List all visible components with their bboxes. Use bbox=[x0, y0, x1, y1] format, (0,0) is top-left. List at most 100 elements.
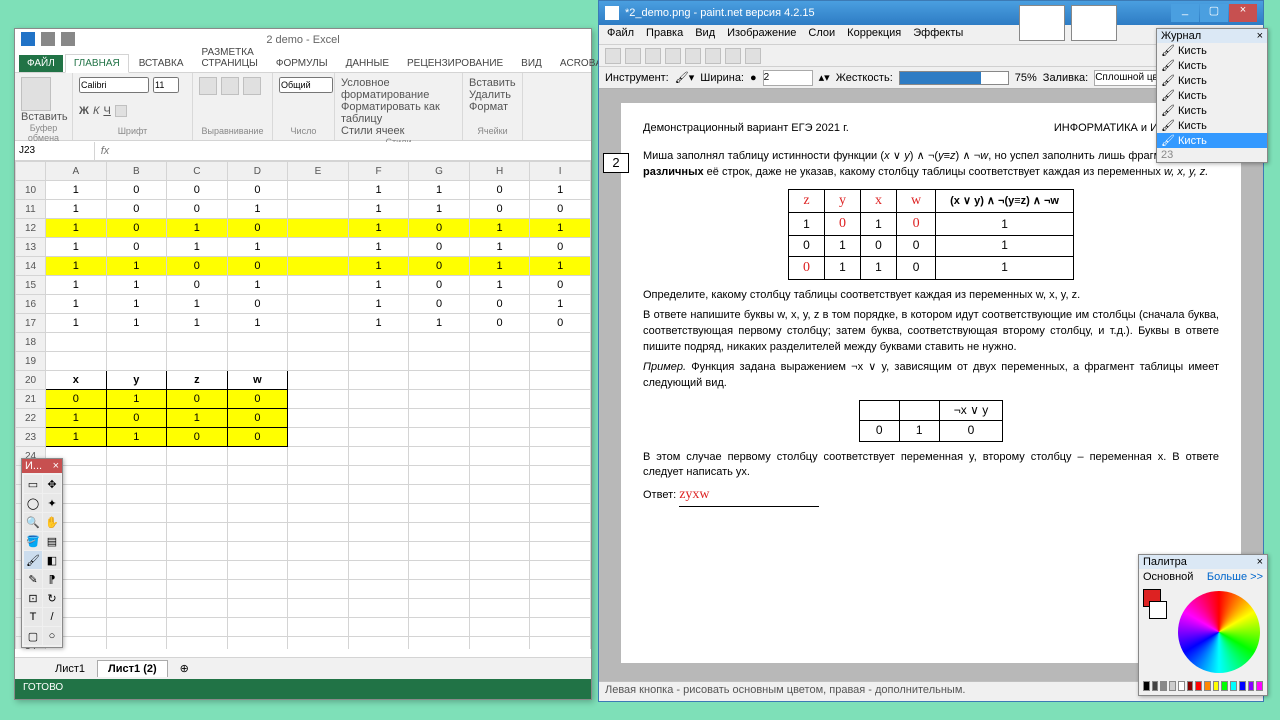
thumbnail[interactable] bbox=[1071, 5, 1117, 41]
eraser-tool-icon[interactable]: ◧ bbox=[43, 551, 61, 569]
menu-view[interactable]: Вид bbox=[695, 27, 715, 42]
tab-layout[interactable]: РАЗМЕТКА СТРАНИЦЫ bbox=[194, 44, 266, 72]
width-input[interactable] bbox=[763, 70, 813, 86]
clone-tool-icon[interactable]: ⊡ bbox=[24, 589, 42, 607]
save-icon[interactable] bbox=[645, 48, 661, 64]
pan-tool-icon[interactable]: ✋ bbox=[43, 513, 61, 531]
history-item[interactable]: 🖌 Кисть bbox=[1157, 118, 1267, 133]
number-format[interactable] bbox=[279, 77, 333, 93]
gradient-tool-icon[interactable]: ▤ bbox=[43, 532, 61, 550]
color-swatches[interactable] bbox=[1139, 679, 1267, 693]
close-icon[interactable]: × bbox=[1257, 30, 1263, 42]
align-icon[interactable] bbox=[199, 77, 217, 95]
excel-icon bbox=[21, 32, 35, 46]
problem-text: В ответе напишите буквы w, x, y, z в том… bbox=[643, 308, 1219, 356]
cell-styles-button[interactable]: Стили ячеек bbox=[341, 125, 456, 137]
brush-tool-icon[interactable]: 🖌 bbox=[24, 551, 42, 569]
menu-image[interactable]: Изображение bbox=[727, 27, 796, 42]
close-icon[interactable]: × bbox=[1257, 556, 1263, 568]
pdn-titlebar: *2_demo.png - paint.net версия 4.2.15 _ … bbox=[599, 1, 1263, 25]
color-wheel[interactable] bbox=[1178, 591, 1260, 673]
format-button[interactable]: Формат bbox=[469, 101, 516, 113]
brush-icon[interactable]: 🖌▾ bbox=[675, 71, 695, 84]
cut-icon[interactable] bbox=[665, 48, 681, 64]
move-tool-icon[interactable]: ✥ bbox=[43, 475, 61, 493]
name-box[interactable] bbox=[15, 142, 95, 160]
undo-icon[interactable] bbox=[61, 32, 75, 46]
tab-home[interactable]: ГЛАВНАЯ bbox=[65, 54, 129, 73]
menu-adjust[interactable]: Коррекция bbox=[847, 27, 901, 42]
fill-tool-icon[interactable]: 🪣 bbox=[24, 532, 42, 550]
maximize-button[interactable]: ▢ bbox=[1200, 4, 1228, 22]
truth-table: zyxw(x ∨ y) ∧ ¬(y≡z) ∧ ¬w101010100101101 bbox=[788, 189, 1074, 280]
quick-access-toolbar bbox=[21, 32, 75, 46]
close-icon[interactable]: × bbox=[53, 460, 59, 472]
picker-tool-icon[interactable]: ⁋ bbox=[43, 570, 61, 588]
select-tool-icon[interactable]: ▭ bbox=[24, 475, 42, 493]
undo-icon[interactable] bbox=[725, 48, 741, 64]
tab-review[interactable]: РЕЦЕНЗИРОВАНИЕ bbox=[399, 55, 511, 72]
delete-button[interactable]: Удалить bbox=[469, 89, 516, 101]
lasso-tool-icon[interactable]: ◯ bbox=[24, 494, 42, 512]
fx-icon[interactable]: fx bbox=[95, 145, 115, 157]
shape-tool-icon[interactable]: ▢ bbox=[24, 627, 42, 645]
answer-line: Ответ: zyxw bbox=[643, 485, 1219, 506]
align-icon[interactable] bbox=[243, 77, 261, 95]
font-select[interactable] bbox=[79, 77, 149, 93]
paste-icon[interactable] bbox=[21, 77, 51, 111]
brush-preview-icon: ● bbox=[750, 72, 757, 84]
menu-effects[interactable]: Эффекты bbox=[913, 27, 963, 42]
close-button[interactable]: × bbox=[1229, 4, 1257, 22]
wand-tool-icon[interactable]: ✦ bbox=[43, 494, 61, 512]
history-item[interactable]: 🖌 Кисть bbox=[1157, 58, 1267, 73]
tab-formulas[interactable]: ФОРМУЛЫ bbox=[268, 55, 336, 72]
palette-panel: Палитра× ОсновнойБольше >> bbox=[1138, 554, 1268, 696]
tab-file[interactable]: ФАЙЛ bbox=[19, 55, 63, 72]
history-item[interactable]: 🖌 Кисть bbox=[1157, 43, 1267, 58]
sheet-tab[interactable]: Лист1 bbox=[45, 661, 95, 677]
pencil-tool-icon[interactable]: ✎ bbox=[24, 570, 42, 588]
menu-file[interactable]: Файл bbox=[607, 27, 634, 42]
recolor-tool-icon[interactable]: ↻ bbox=[43, 589, 61, 607]
history-item[interactable]: 🖌 Кисть bbox=[1157, 103, 1267, 118]
sheet-tab-active[interactable]: Лист1 (2) bbox=[97, 660, 168, 677]
history-item[interactable]: 🖌 Кисть bbox=[1157, 88, 1267, 103]
tab-data[interactable]: ДАННЫЕ bbox=[338, 55, 397, 72]
paste-icon[interactable] bbox=[705, 48, 721, 64]
cond-format-button[interactable]: Условное форматирование bbox=[341, 77, 456, 101]
open-icon[interactable] bbox=[625, 48, 641, 64]
stepper-icon[interactable]: ▴▾ bbox=[819, 71, 830, 84]
border-icon[interactable] bbox=[115, 105, 127, 117]
history-item[interactable]: 🖌 Кисть bbox=[1157, 133, 1267, 148]
color-mode[interactable]: Основной bbox=[1143, 571, 1193, 583]
new-icon[interactable] bbox=[605, 48, 621, 64]
spreadsheet-grid[interactable]: ABCDEFGHI1010001101111001110012101010111… bbox=[15, 161, 591, 649]
tab-insert[interactable]: ВСТАВКА bbox=[131, 55, 192, 72]
new-sheet-button[interactable]: ⊕ bbox=[170, 660, 199, 677]
copy-icon[interactable] bbox=[685, 48, 701, 64]
image-thumbnails bbox=[1019, 5, 1117, 41]
menu-layers[interactable]: Слои bbox=[808, 27, 835, 42]
minimize-button[interactable]: _ bbox=[1171, 4, 1199, 22]
ribbon-tabs: ФАЙЛ ГЛАВНАЯ ВСТАВКА РАЗМЕТКА СТРАНИЦЫ Ф… bbox=[15, 51, 591, 73]
thumbnail[interactable] bbox=[1019, 5, 1065, 41]
align-icon[interactable] bbox=[221, 77, 239, 95]
example-text: Пример. Функция задана выражением ¬x ∨ y… bbox=[643, 360, 1219, 392]
history-item[interactable]: 🖌 Кисть bbox=[1157, 73, 1267, 88]
secondary-color[interactable] bbox=[1149, 601, 1167, 619]
format-table-button[interactable]: Форматировать как таблицу bbox=[341, 101, 456, 125]
line-tool-icon[interactable]: / bbox=[43, 608, 61, 626]
menu-edit[interactable]: Правка bbox=[646, 27, 683, 42]
hardness-slider[interactable] bbox=[899, 71, 1009, 85]
more-button[interactable]: Больше >> bbox=[1207, 571, 1263, 583]
question-number: 2 bbox=[603, 153, 629, 173]
save-icon[interactable] bbox=[41, 32, 55, 46]
font-size[interactable] bbox=[153, 77, 179, 93]
redo-icon[interactable] bbox=[745, 48, 761, 64]
tab-view[interactable]: ВИД bbox=[513, 55, 550, 72]
zoom-tool-icon[interactable]: 🔍 bbox=[24, 513, 42, 531]
insert-button[interactable]: Вставить bbox=[469, 77, 516, 89]
formula-input[interactable] bbox=[115, 142, 591, 160]
shape-tool-icon[interactable]: ○ bbox=[43, 627, 61, 645]
text-tool-icon[interactable]: T bbox=[24, 608, 42, 626]
